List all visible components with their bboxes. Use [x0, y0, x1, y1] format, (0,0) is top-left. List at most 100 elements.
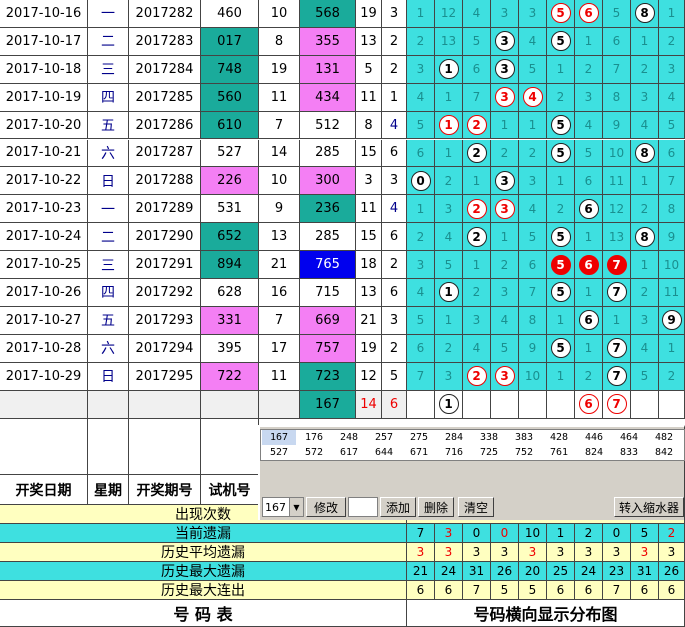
draw-sum: 12 [356, 362, 382, 391]
candidate-number[interactable]: 671 [402, 445, 436, 460]
candidate-number[interactable]: 572 [297, 445, 331, 460]
miss-cell: 4 [519, 83, 547, 112]
candidate-number[interactable]: 527 [262, 445, 296, 460]
candidate-number[interactable]: 257 [367, 430, 401, 445]
issue-number: 2017293 [129, 306, 201, 335]
miss-cell: 5 [547, 27, 575, 56]
miss-cell: 12 [435, 0, 463, 28]
miss-cell: 1 [435, 306, 463, 335]
draw-span: 4 [382, 195, 407, 224]
clear-button[interactable]: 清空 [458, 497, 494, 517]
weekday: 日 [88, 362, 129, 391]
stat-value: 5 [519, 581, 547, 600]
candidate-number[interactable]: 284 [437, 430, 471, 445]
weekday: 一 [88, 0, 129, 28]
candidate-number[interactable]: 644 [367, 445, 401, 460]
candidate-number[interactable]: 167 [262, 430, 296, 445]
draw-date: 2017-10-26 [0, 279, 88, 307]
candidate-number[interactable]: 617 [332, 445, 366, 460]
number-ball: 6 [578, 3, 599, 24]
miss-cell: 3 [491, 55, 519, 84]
miss-cell: 2 [631, 195, 659, 224]
miss-cell: 2 [547, 83, 575, 112]
trial-sum: 7 [259, 111, 300, 140]
add-button[interactable]: 添加 [380, 497, 416, 517]
candidate-number[interactable]: 833 [612, 445, 646, 460]
number-ball: 5 [550, 282, 571, 303]
draw-number: 355 [300, 27, 356, 56]
candidate-number[interactable]: 338 [472, 430, 506, 445]
number-ball: 9 [661, 310, 682, 331]
candidate-number[interactable]: 464 [612, 430, 646, 445]
candidate-number[interactable]: 761 [542, 445, 576, 460]
header-trial: 试机号 [201, 475, 259, 505]
trial-number: 460 [201, 0, 259, 28]
miss-cell: 5 [547, 251, 575, 279]
modify-button[interactable]: 修改 [306, 497, 346, 517]
candidate-number[interactable]: 248 [332, 430, 366, 445]
issue-number: 2017294 [129, 334, 201, 363]
miss-cell: 1 [435, 83, 463, 112]
miss-cell: 1 [407, 0, 435, 28]
miss-cell: 1 [435, 55, 463, 84]
miss-cell: 3 [631, 83, 659, 112]
issue-number: 2017282 [129, 0, 201, 28]
miss-cell: 3 [491, 279, 519, 307]
candidate-number[interactable]: 752 [507, 445, 541, 460]
stat-value: 26 [491, 562, 519, 581]
number-ball: 2 [466, 115, 487, 136]
candidate-number[interactable]: 383 [507, 430, 541, 445]
draw-number: 285 [300, 223, 356, 252]
forecast-cell [659, 390, 685, 419]
miss-cell: 5 [659, 111, 685, 140]
stat-value: 6 [547, 581, 575, 600]
candidate-number[interactable]: 716 [437, 445, 471, 460]
number-ball: 1 [438, 394, 459, 415]
stat-value: 3 [435, 543, 463, 562]
candidate-number[interactable]: 842 [647, 445, 681, 460]
dropdown-arrow-icon[interactable]: ▼ [289, 498, 303, 516]
trial-sum: 21 [259, 251, 300, 279]
draw-span: 4 [382, 111, 407, 140]
miss-cell: 2 [575, 55, 603, 84]
candidate-grid[interactable]: 167 176 248 257 275 284 338 383 428 446 464 482 527 5… [260, 429, 685, 461]
trial-number: 722 [201, 362, 259, 391]
number-select[interactable]: 167 ▼ [262, 497, 304, 517]
miss-cell: 1 [575, 223, 603, 252]
draw-number: 723 [300, 362, 356, 391]
candidate-number[interactable]: 428 [542, 430, 576, 445]
weekday: 日 [88, 167, 129, 196]
miss-cell: 6 [575, 0, 603, 28]
candidate-number[interactable]: 446 [577, 430, 611, 445]
forecast-cell [491, 390, 519, 419]
candidate-number[interactable]: 725 [472, 445, 506, 460]
number-input[interactable] [348, 497, 378, 517]
stat-value: 24 [435, 562, 463, 581]
miss-cell: 2 [491, 251, 519, 279]
number-ball: 7 [606, 282, 627, 303]
number-ball: 6 [578, 394, 599, 415]
candidate-number[interactable]: 176 [297, 430, 331, 445]
candidate-number[interactable]: 824 [577, 445, 611, 460]
miss-cell: 1 [407, 195, 435, 224]
miss-cell: 8 [631, 223, 659, 252]
number-ball: 3 [494, 170, 515, 191]
delete-button[interactable]: 删除 [418, 497, 454, 517]
miss-cell: 2 [435, 334, 463, 363]
candidate-number[interactable]: 275 [402, 430, 436, 445]
header-date: 开奖日期 [0, 475, 88, 505]
forecast-cell: 1 [435, 390, 463, 419]
miss-cell: 5 [407, 111, 435, 140]
number-ball: 2 [466, 142, 487, 163]
transfer-to-filter-button[interactable]: 转入缩水器 [614, 497, 684, 517]
weekday: 六 [88, 139, 129, 168]
candidate-number[interactable]: 482 [647, 430, 681, 445]
trial-number: 652 [201, 223, 259, 252]
miss-cell: 4 [519, 195, 547, 224]
draw-span: 5 [382, 362, 407, 391]
miss-cell: 5 [547, 279, 575, 307]
miss-cell: 1 [631, 27, 659, 56]
forecast-cell [407, 390, 435, 419]
number-ball: 3 [494, 366, 515, 387]
miss-cell: 3 [407, 55, 435, 84]
